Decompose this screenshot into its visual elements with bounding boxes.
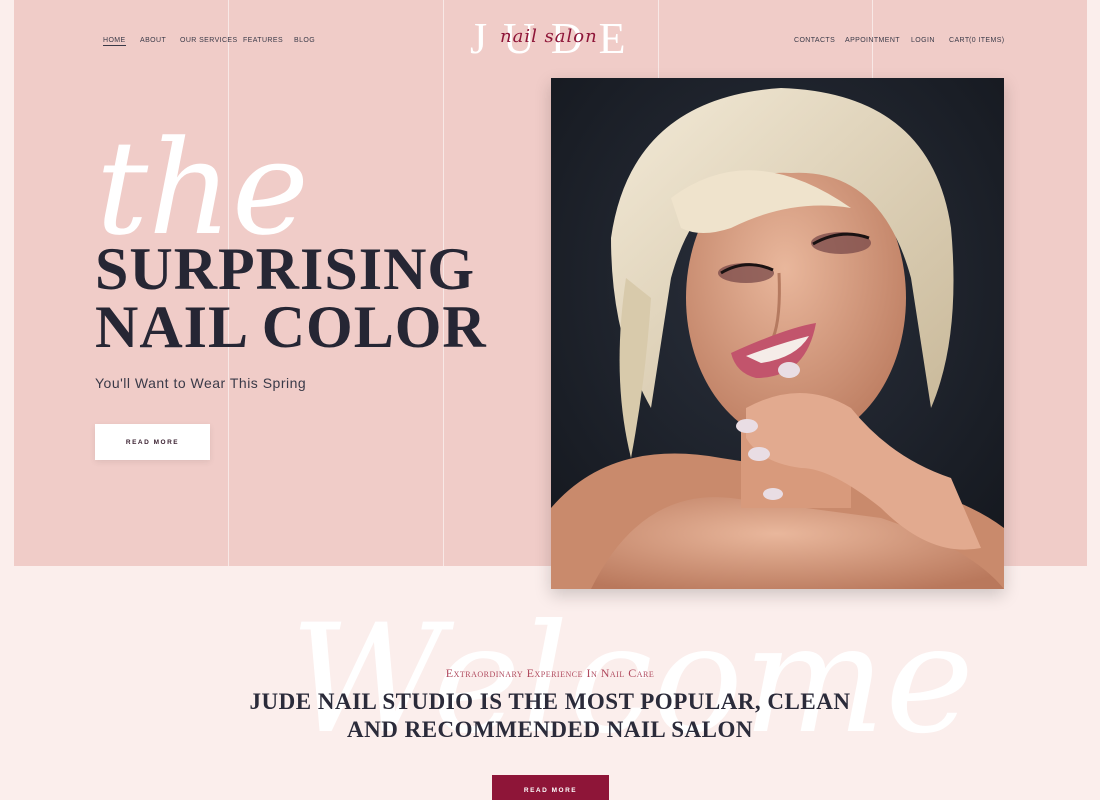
nav-contacts[interactable]: CONTACTS [794, 37, 835, 44]
hero-subhead: You'll Want to Wear This Spring [95, 375, 307, 391]
logo-script: nail salon [500, 26, 598, 47]
nav-home[interactable]: HOME [103, 37, 126, 46]
hero-read-more-button[interactable]: READ MORE [95, 424, 210, 460]
welcome-eyebrow: Extraordinary Experience In Nail Care [445, 666, 655, 680]
welcome-read-more-button[interactable]: READ MORE [492, 775, 609, 800]
hero-headline-line-1: SURPRISING [95, 236, 476, 302]
nav-blog[interactable]: BLOG [294, 37, 315, 44]
hero-photo [551, 78, 1004, 589]
woman-portrait-photo [551, 78, 1004, 589]
nav-our-services[interactable]: OUR SERVICES [180, 37, 238, 44]
hero-headline: SURPRISING NAIL COLOR [95, 236, 487, 360]
nav-cart[interactable]: CART [949, 37, 970, 44]
hero-headline-line-2: NAIL COLOR [95, 294, 487, 360]
nav-login[interactable]: LOGIN [911, 37, 935, 44]
nav-cart-count[interactable]: (0 ITEMS) [969, 37, 1005, 44]
nav-features[interactable]: FEATURES [243, 37, 283, 44]
nav-appointment[interactable]: APPOINTMENT [845, 37, 900, 44]
nav-about[interactable]: ABOUT [140, 37, 166, 44]
welcome-title: JUDE NAIL STUDIO IS THE MOST POPULAR, CL… [0, 688, 1100, 744]
welcome-title-line-1: JUDE NAIL STUDIO IS THE MOST POPULAR, CL… [249, 689, 851, 714]
logo[interactable]: JUDE nail salon [470, 14, 640, 64]
welcome-title-line-2: AND RECOMMENDED NAIL SALON [347, 717, 753, 742]
